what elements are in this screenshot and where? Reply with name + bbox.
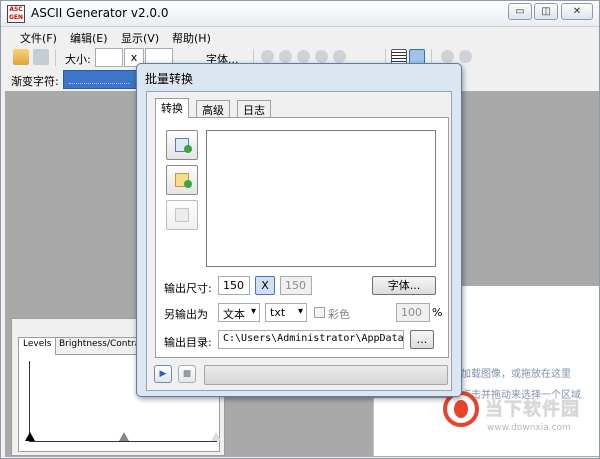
file-list[interactable] [206,130,436,267]
levels-white-point-handle[interactable] [211,432,221,441]
color-label: 彩色 [328,308,350,321]
menu-help[interactable]: 帮助(H) [172,30,211,46]
image-workspace-strip [233,398,373,456]
menu-file[interactable]: 文件(F) [20,30,57,46]
restore-button[interactable]: ◫ [534,3,558,20]
dialog-title: 批量转换 [145,72,194,86]
minimize-button[interactable]: ▭ [508,3,532,20]
title-bar: ASC GEN ASCII Generator v2.0.0 ▭ ◫ ✕ [1,1,599,27]
gradient-input[interactable] [63,70,139,89]
dialog-bottom-bar: ▶ ■ [146,360,452,390]
tab-convert[interactable]: 转换 [155,98,189,118]
extension-select[interactable]: txt [265,303,307,322]
add-folder-button[interactable] [166,165,198,195]
output-size-label: 输出尺寸: [164,282,212,295]
levels-gamma-handle[interactable] [119,432,129,441]
mirror-icon[interactable] [297,50,310,63]
levels-axis-vertical [29,361,30,441]
percent-sign: % [432,306,443,319]
app-window: ASC GEN ASCII Generator v2.0.0 ▭ ◫ ✕ 文件(F… [0,0,600,459]
plus-icon [184,180,192,188]
conversion-progress-bar [204,365,448,385]
browse-button[interactable]: ... [410,330,434,349]
color-checkbox[interactable] [314,307,325,318]
toolbar-separator [55,49,56,66]
convert-tab-page: 输出尺寸: 150 X 150 字体... 另输出为 文本 txt 彩色 100… [155,117,449,358]
output-height-input[interactable]: 150 [280,276,312,295]
size-width-input[interactable] [95,48,123,67]
menu-bar: 文件(F) 编辑(E) 显示(V) 帮助(H) [1,27,599,47]
dialog-body: 转换 高级 日志 输出尺寸: 150 X 150 字体... 另输出为 文本 ▾… [146,91,452,391]
gradient-label: 渐变字符: [11,75,59,88]
batch-convert-dialog: 批量转换 转换 高级 日志 输出尺寸: 150 X 150 字体... 另输出为… [136,63,462,397]
window-title: ASCII Generator v2.0.0 [31,6,169,20]
app-logo-icon: ASC GEN [7,5,25,23]
size-label: 大小: [65,53,91,66]
save-as-label: 另输出为 [164,308,208,321]
levels-black-point-handle[interactable] [25,432,35,441]
save-icon[interactable] [33,49,49,65]
stop-icon[interactable]: ■ [178,365,196,383]
flip-icon[interactable] [279,50,292,63]
tab-log[interactable]: 日志 [237,100,271,117]
output-width-input[interactable]: 150 [218,276,250,295]
output-dir-label: 输出目录: [164,336,212,349]
remove-file-button[interactable] [166,200,198,230]
palette-icon[interactable] [441,50,454,63]
open-folder-icon[interactable] [13,49,29,65]
format-select[interactable]: 文本 [218,303,260,322]
remove-file-icon [175,208,189,222]
gradient-preview [69,75,129,84]
lock-ratio-button[interactable]: X [255,276,275,295]
dialog-font-button[interactable]: 字体... [372,276,436,295]
menu-edit[interactable]: 编辑(E) [70,30,108,46]
watermark-url: www.downxia.com [487,423,571,433]
menu-view[interactable]: 显示(V) [121,30,159,46]
tab-levels[interactable]: Levels [18,337,57,355]
tab-advanced[interactable]: 高级 [196,100,230,117]
plus-icon [184,145,192,153]
close-button[interactable]: ✕ [561,3,593,20]
hint-load-image: 加载图像，或拖放在这里 [461,369,571,380]
watermark-name: 当下软件园 [485,399,580,420]
percent-input[interactable]: 100 [396,303,430,322]
start-icon[interactable]: ▶ [154,365,172,383]
levels-axis-horizontal [29,441,217,442]
sharpen-icon[interactable] [315,50,328,63]
add-files-button[interactable] [166,130,198,160]
rotate-icon[interactable] [261,50,274,63]
output-dir-input[interactable]: C:\Users\Administrator\AppData\Local [218,330,404,349]
invert-icon[interactable] [333,50,346,63]
grid-icon[interactable] [459,50,472,63]
